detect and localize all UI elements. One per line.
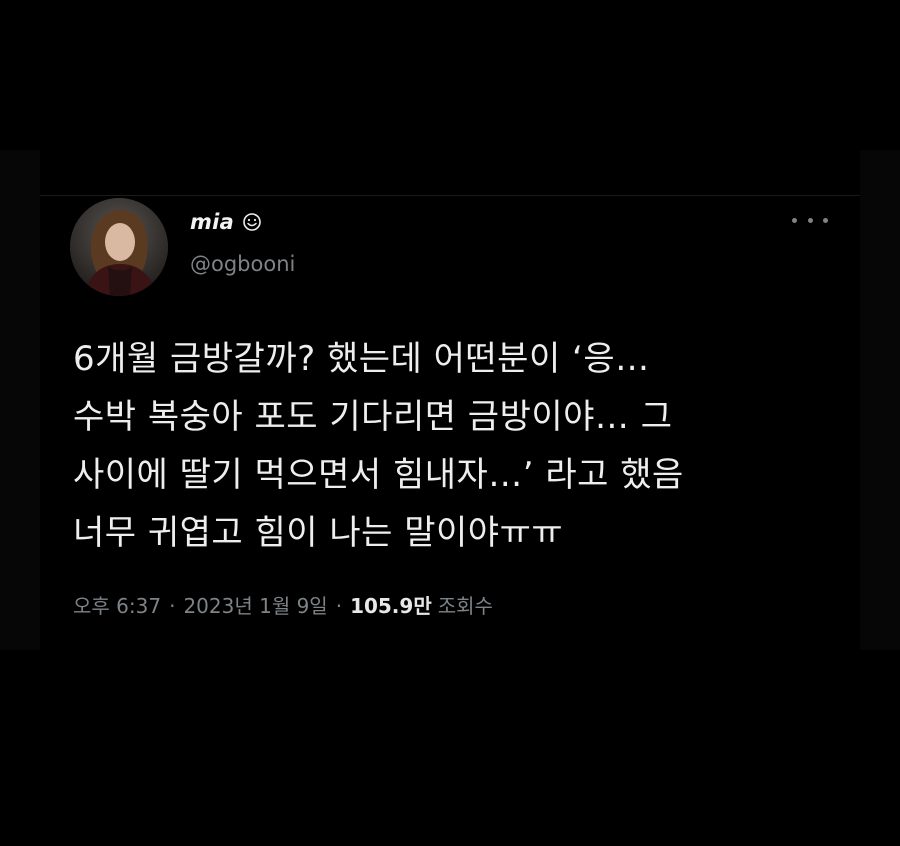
tweet-time[interactable]: 오후 6:37 [73, 590, 161, 619]
views-label: 조회수 [437, 594, 493, 618]
meta-separator: · [169, 594, 176, 618]
left-letterbox-edge [0, 150, 40, 650]
tweet-metadata: 오후 6:37 · 2023년 1월 9일 · 105.9만 조회수 [73, 590, 493, 619]
screenshot-canvas: mia @ogbooni 6개월 금방갈까? 했는데 어떤분이 ‘응… 수박 복… [0, 0, 900, 846]
more-options-button[interactable] [792, 210, 828, 230]
more-horizontal-icon [807, 217, 813, 223]
more-horizontal-icon [792, 217, 797, 223]
meta-separator: · [335, 594, 343, 618]
views-count[interactable]: 105.9만 [350, 590, 432, 619]
tweet-text-line: 6개월 금방갈까? 했는데 어떤분이 ‘응… [73, 339, 650, 379]
author-name-row: mia [190, 210, 262, 234]
tweet-card: mia @ogbooni 6개월 금방갈까? 했는데 어떤분이 ‘응… 수박 복… [40, 150, 860, 650]
tweet-text: 6개월 금방갈까? 했는데 어떤분이 ‘응… 수박 복숭아 포도 기다리면 금방… [73, 330, 863, 562]
right-letterbox-edge [860, 150, 900, 650]
more-horizontal-icon [823, 217, 828, 223]
tweet-text-line: 너무 귀엽고 힘이 나는 말이야ㅠㅠ [73, 513, 564, 553]
avatar[interactable] [70, 198, 168, 296]
tweet-text-line: 수박 복숭아 포도 기다리면 금방이야… 그 [73, 397, 673, 437]
tweet-date[interactable]: 2023년 1월 9일 [183, 590, 327, 619]
divider [40, 195, 860, 196]
user-handle[interactable]: @ogbooni [190, 252, 295, 276]
display-name[interactable]: mia [190, 210, 234, 234]
profile-photo-icon [70, 198, 168, 296]
smiling-face-icon [242, 212, 262, 232]
tweet-text-line: 사이에 딸기 먹으면서 힘내자…’ 라고 했음 [73, 455, 684, 495]
